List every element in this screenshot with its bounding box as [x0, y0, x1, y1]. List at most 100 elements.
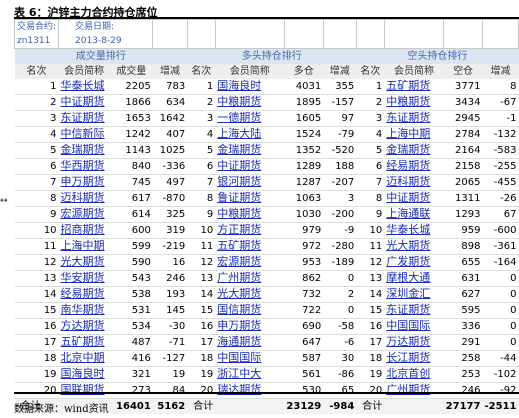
short-member-link[interactable]: 金瑞期货 — [386, 143, 430, 156]
table-row: 14 经易期货 538 193 14 光大期货 732 2 14 深圳金汇 627 0 — [14, 286, 519, 303]
short-member-link[interactable]: 光大期货 — [386, 239, 430, 252]
long-member-link[interactable]: 五矿期货 — [217, 239, 261, 252]
long-change: -207 — [323, 174, 357, 191]
long-member-link[interactable]: 广州期货 — [217, 271, 261, 284]
volume-change: 1025 — [152, 142, 188, 159]
volume-rank: 3 — [14, 110, 59, 127]
volume-member-link[interactable]: 南华期货 — [61, 303, 105, 316]
volume-rank: 11 — [14, 238, 59, 255]
long-member-link[interactable]: 浙江中大 — [217, 367, 261, 380]
volume-member-link[interactable]: 华安期货 — [61, 271, 105, 284]
volume-member-link[interactable]: 招商期货 — [61, 223, 105, 236]
long-member-link[interactable]: 宏源期货 — [217, 255, 261, 268]
short-change: 0 — [482, 286, 519, 303]
long-value: 1352 — [284, 142, 324, 159]
volume-change: 783 — [152, 79, 188, 95]
long-member-cell: 光大期货 — [215, 286, 285, 303]
short-member-link[interactable]: 华泰长城 — [386, 223, 430, 236]
long-member-link[interactable]: 中粮期货 — [217, 207, 261, 220]
volume-rank: 18 — [14, 350, 59, 367]
short-member-link[interactable]: 万达期货 — [386, 335, 430, 348]
short-member-link[interactable]: 东证期货 — [386, 111, 430, 124]
volume-member-link[interactable]: 上海中期 — [61, 239, 105, 252]
volume-member-link[interactable]: 五矿期货 — [61, 335, 105, 348]
volume-value: 614 — [109, 206, 153, 223]
short-rank: 1 — [356, 79, 385, 95]
short-member-link[interactable]: 经易期货 — [386, 159, 430, 172]
long-change: -520 — [323, 142, 357, 159]
volume-member-link[interactable]: 北京中期 — [61, 351, 105, 364]
total-long: 23129 — [284, 398, 324, 414]
long-member-link[interactable]: 中证期货 — [217, 159, 261, 172]
section-header-row: 成交量排行 多头持仓排行 空头持仓排行 — [14, 48, 519, 64]
short-member-cell: 深圳金汇 — [384, 286, 444, 303]
short-member-link[interactable]: 上海中期 — [386, 127, 430, 140]
short-member-link[interactable]: 摩根大通 — [386, 271, 430, 284]
volume-member-link[interactable]: 金瑞期货 — [61, 143, 105, 156]
volume-member-link[interactable]: 迈科期货 — [61, 191, 105, 204]
volume-member-link[interactable]: 方达期货 — [61, 319, 105, 332]
long-member-link[interactable]: 海通期货 — [217, 335, 261, 348]
short-member-link[interactable]: 深圳金汇 — [386, 287, 430, 300]
long-member-link[interactable]: 瑞达期货 — [217, 383, 261, 396]
long-member-link[interactable]: 国海良时 — [217, 79, 261, 92]
long-rank: 4 — [187, 126, 216, 143]
column-header: 会员简称 — [384, 64, 444, 79]
short-member-link[interactable]: 东证期货 — [386, 303, 430, 316]
short-member-link[interactable]: 广州期货 — [386, 383, 430, 396]
short-member-link[interactable]: 上海通联 — [386, 207, 430, 220]
short-member-link[interactable]: 迈科期货 — [386, 175, 430, 188]
volume-member-cell: 光大期货 — [58, 254, 110, 271]
volume-change: 319 — [152, 222, 188, 239]
long-member-link[interactable]: 上海大陆 — [217, 127, 261, 140]
long-member-link[interactable]: 中粮期货 — [217, 95, 261, 108]
volume-member-cell: 中信新际 — [58, 126, 110, 143]
volume-member-link[interactable]: 经易期货 — [61, 287, 105, 300]
long-member-link[interactable]: 鲁证期货 — [217, 191, 261, 204]
volume-rank: 5 — [14, 142, 59, 159]
long-member-link[interactable]: 一德期货 — [217, 111, 261, 124]
volume-member-link[interactable]: 华西期货 — [61, 159, 105, 172]
long-member-link[interactable]: 中国国际 — [217, 351, 261, 364]
short-member-link[interactable]: 广发期货 — [386, 255, 430, 268]
volume-value: 487 — [109, 334, 153, 351]
total-volume-change: 5162 — [152, 398, 188, 414]
contract-value: zn1311 — [17, 36, 51, 46]
empty-cell — [383, 19, 445, 49]
short-member-link[interactable]: 中国国际 — [386, 319, 430, 332]
long-section-title: 多头持仓排行 — [187, 48, 357, 64]
volume-rank: 4 — [14, 126, 59, 143]
long-member-link[interactable]: 方正期货 — [217, 223, 261, 236]
volume-member-link[interactable]: 宏源期货 — [61, 207, 105, 220]
long-member-cell: 中粮期货 — [215, 206, 285, 223]
volume-member-link[interactable]: 申万期货 — [61, 175, 105, 188]
short-value: 627 — [443, 286, 483, 303]
volume-member-link[interactable]: 中信新际 — [61, 127, 105, 140]
empty-cell — [322, 19, 357, 49]
long-member-link[interactable]: 申万期货 — [217, 319, 261, 332]
long-member-link[interactable]: 光大期货 — [217, 287, 261, 300]
long-member-link[interactable]: 国信期货 — [217, 303, 261, 316]
volume-member-link[interactable]: 国联期货 — [61, 383, 105, 396]
short-change: -255 — [482, 158, 519, 175]
long-rank: 15 — [187, 302, 216, 319]
volume-member-link[interactable]: 华泰长城 — [61, 79, 105, 92]
volume-member-link[interactable]: 中证期货 — [61, 95, 105, 108]
short-member-link[interactable]: 北京首创 — [386, 367, 430, 380]
short-member-cell: 中证期货 — [384, 190, 444, 207]
volume-member-link[interactable]: 东证期货 — [61, 111, 105, 124]
volume-member-link[interactable]: 国海良时 — [61, 367, 105, 380]
long-value: 561 — [284, 366, 324, 383]
volume-change: 634 — [152, 94, 188, 111]
short-change: -92 — [482, 382, 519, 399]
volume-value: 543 — [109, 270, 153, 287]
long-member-link[interactable]: 银河期货 — [217, 175, 261, 188]
short-value: 655 — [443, 254, 483, 271]
volume-member-link[interactable]: 光大期货 — [61, 255, 105, 268]
short-member-link[interactable]: 中证期货 — [386, 191, 430, 204]
short-member-link[interactable]: 长江期货 — [386, 351, 430, 364]
long-member-link[interactable]: 金瑞期货 — [217, 143, 261, 156]
short-rank: 8 — [356, 190, 385, 207]
short-member-link[interactable]: 中粮期货 — [386, 95, 430, 108]
short-member-link[interactable]: 五矿期货 — [386, 79, 430, 92]
